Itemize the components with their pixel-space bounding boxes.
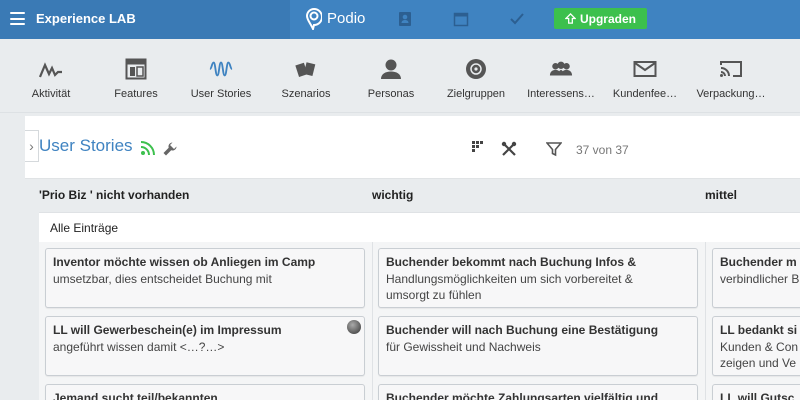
card-line: für Gewissheit und Nachweis — [386, 340, 541, 354]
app-item-features[interactable]: Features — [91, 39, 181, 113]
column-header[interactable]: wichtig — [372, 188, 413, 202]
app-item-kundenfeedback[interactable]: Kundenfee… — [600, 39, 690, 113]
app-item-label: Aktivität — [31, 88, 71, 100]
cast-icon — [720, 61, 742, 77]
card-body: für Gewissheit und Nachweis — [386, 339, 690, 355]
top-bar: Experience LAB Podio Upgraden — [0, 0, 800, 39]
app-item-label: Verpackung… — [696, 88, 766, 100]
card-title: LL will Gutsc — [720, 391, 795, 400]
app-header: › User Stories 37 von 37 — [25, 116, 800, 179]
card-title: LL will Gewerbeschein(e) im Impressum — [53, 323, 282, 337]
card-body: Handlungsmöglichkeiten um sich vorbereit… — [386, 271, 690, 303]
card-title: Buchender möchte Zahlungsarten vielfälti… — [386, 391, 659, 400]
card-line: verbindlicher B — [720, 272, 800, 286]
app-navigation: Aktivität Features User Stories Szenario… — [0, 39, 800, 113]
story-card[interactable]: Inventor möchte wissen ob Anliegen im Ca… — [45, 248, 365, 308]
app-item-aktivitaet[interactable]: Aktivität — [6, 39, 96, 113]
activity-icon — [39, 62, 62, 78]
target-icon — [466, 59, 486, 79]
group-icon — [549, 61, 573, 76]
app-item-label: Szenarios — [281, 88, 331, 100]
app-item-user-stories[interactable]: User Stories — [176, 39, 266, 113]
card-title: Buchender will nach Buchung eine Bestäti… — [386, 323, 659, 337]
card-line: Kunden & Con — [720, 340, 799, 354]
app-item-label: Kundenfee… — [612, 88, 678, 100]
card-title: Inventor möchte wissen ob Anliegen im Ca… — [53, 255, 316, 269]
card-body: umsetzbar, dies entscheidet Buchung mit — [53, 271, 357, 287]
expand-sidebar-button[interactable]: › — [25, 130, 39, 162]
card-line: angeführt wissen damit <…?…> — [53, 340, 225, 354]
rss-icon[interactable] — [140, 140, 156, 156]
app-item-label: Features — [114, 88, 158, 100]
story-card[interactable]: LL will Gutsc — [712, 384, 800, 400]
upgrade-button[interactable]: Upgraden — [554, 8, 647, 29]
cards-icon — [295, 62, 316, 77]
wave-icon — [209, 61, 233, 77]
app-item-zielgruppen[interactable]: Zielgruppen — [431, 39, 521, 113]
story-card[interactable]: LL will Gewerbeschein(e) im Impressum an… — [45, 316, 365, 376]
workspace-switcher[interactable]: Experience LAB — [0, 0, 290, 39]
card-line: Handlungsmöglichkeiten um sich vorbereit… — [386, 272, 633, 286]
card-title: Buchender bekommt nach Buchung Infos & — [386, 255, 637, 269]
card-view-icon[interactable] — [472, 141, 486, 155]
card-line: umsetzbar, dies entscheidet Buchung mit — [53, 272, 272, 286]
upgrade-label: Upgraden — [579, 11, 636, 26]
story-card[interactable]: LL bedankt si Kunden & Con zeigen und Ve — [712, 316, 800, 376]
card-title: Jemand sucht teil/bekannten — [53, 391, 218, 400]
story-card[interactable]: Buchender will nach Buchung eine Bestäti… — [378, 316, 698, 376]
card-line: zeigen und Ve — [720, 356, 797, 370]
layout-icon — [125, 58, 147, 80]
app-item-label: Interessens… — [527, 88, 595, 100]
card-line: umsorgt zu fühlen — [386, 288, 482, 302]
app-item-interessens[interactable]: Interessens… — [516, 39, 606, 113]
item-count: 37 von 37 — [576, 143, 629, 157]
calendar-icon[interactable] — [453, 11, 469, 27]
story-card[interactable]: Buchender m verbindlicher B — [712, 248, 800, 308]
app-item-verpackung[interactable]: Verpackung… — [686, 39, 776, 113]
left-gutter — [0, 116, 25, 400]
card-body: Kunden & Con zeigen und Ve — [720, 339, 800, 371]
card-title: LL bedankt si — [720, 323, 798, 337]
brand-name[interactable]: Podio — [327, 10, 365, 27]
podio-logo-icon[interactable] — [306, 8, 322, 30]
card-body: verbindlicher B — [720, 271, 800, 287]
story-card[interactable]: Buchender möchte Zahlungsarten vielfälti… — [378, 384, 698, 400]
tasks-icon[interactable] — [509, 11, 525, 27]
person-icon — [381, 59, 401, 79]
page-title[interactable]: User Stories — [39, 136, 133, 156]
card-title: Buchender m — [720, 255, 797, 269]
swimlane-header[interactable]: Alle Einträge — [39, 212, 800, 242]
tools-icon[interactable] — [501, 141, 517, 157]
workspace-title[interactable]: Experience LAB — [36, 11, 136, 26]
story-card[interactable]: Jemand sucht teil/bekannten — [45, 384, 365, 400]
swimlane-label: Alle Einträge — [50, 221, 119, 235]
wrench-icon[interactable] — [162, 141, 178, 157]
filter-icon[interactable] — [546, 141, 562, 157]
main-content: › User Stories 37 von 37 'Prio Biz ' nic… — [25, 116, 800, 400]
contacts-icon[interactable] — [397, 11, 413, 27]
menu-icon[interactable] — [10, 12, 25, 25]
app-item-szenarios[interactable]: Szenarios — [261, 39, 351, 113]
arrow-up-icon — [564, 13, 576, 24]
app-item-label: User Stories — [190, 88, 252, 100]
card-body: angeführt wissen damit <…?…> — [53, 339, 357, 355]
app-item-personas[interactable]: Personas — [346, 39, 436, 113]
app-item-label: Personas — [367, 88, 415, 100]
story-card[interactable]: Buchender bekommt nach Buchung Infos & H… — [378, 248, 698, 308]
column-header[interactable]: mittel — [705, 188, 737, 202]
app-item-label: Zielgruppen — [446, 88, 506, 100]
kanban-board: 'Prio Biz ' nicht vorhanden wichtig mitt… — [25, 179, 800, 400]
column-header[interactable]: 'Prio Biz ' nicht vorhanden — [39, 188, 189, 202]
mail-icon — [633, 61, 657, 77]
